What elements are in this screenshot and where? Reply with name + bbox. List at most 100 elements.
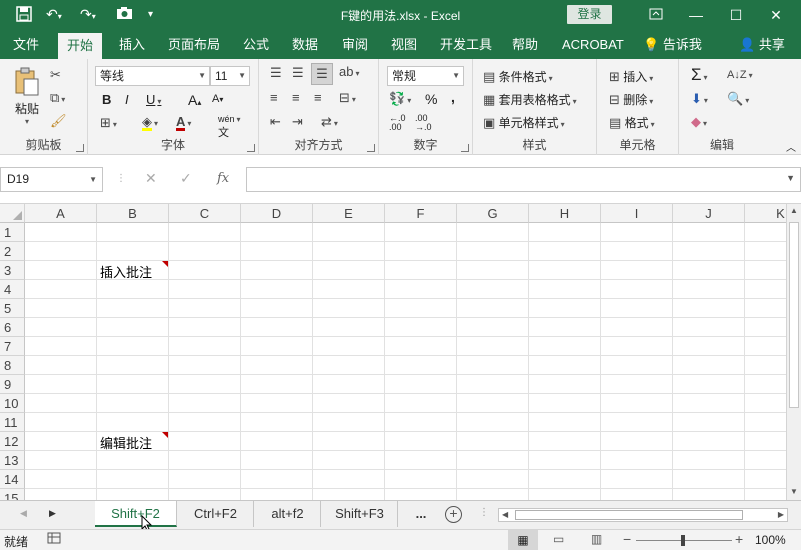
cut-icon[interactable]: ✂ <box>50 67 61 83</box>
collapse-ribbon-icon[interactable]: ︿ <box>786 139 796 154</box>
grid-cell[interactable] <box>745 356 786 375</box>
zoom-slider[interactable] <box>636 535 732 546</box>
row-header[interactable]: 3 <box>0 261 25 280</box>
grid-cell[interactable] <box>601 356 673 375</box>
grid-cell[interactable] <box>97 242 169 261</box>
grid-cell[interactable] <box>745 261 786 280</box>
grid-cell[interactable] <box>313 432 385 451</box>
grid-cell[interactable] <box>241 337 313 356</box>
scroll-left-icon[interactable]: ◀ <box>502 509 508 521</box>
column-header[interactable]: H <box>529 204 601 223</box>
grid-cell[interactable] <box>169 413 241 432</box>
merge-center-icon[interactable]: ⇄ ▾ <box>321 114 338 130</box>
clipboard-launcher-icon[interactable] <box>76 144 84 152</box>
column-header[interactable]: G <box>457 204 529 223</box>
tab-developer[interactable]: 开发工具 <box>431 30 501 59</box>
macro-record-icon[interactable] <box>47 532 61 548</box>
grid-cell[interactable] <box>25 394 97 413</box>
row-header[interactable]: 10 <box>0 394 25 413</box>
tab-help[interactable]: 帮助 <box>503 30 547 59</box>
grid-cell[interactable] <box>241 451 313 470</box>
close-icon[interactable]: ✕ <box>756 3 796 27</box>
grid-cell[interactable] <box>313 451 385 470</box>
column-header[interactable]: J <box>673 204 745 223</box>
grid-cell[interactable] <box>97 451 169 470</box>
grid-cell[interactable] <box>601 432 673 451</box>
column-header[interactable]: K <box>745 204 786 223</box>
grid-cell[interactable] <box>241 356 313 375</box>
grid-cell[interactable] <box>601 261 673 280</box>
grid-cell[interactable] <box>241 223 313 242</box>
decrease-decimal-icon[interactable]: .00 →.0 <box>415 114 432 132</box>
grid-cell[interactable] <box>97 394 169 413</box>
grid-cell[interactable] <box>25 470 97 489</box>
grid-cell[interactable] <box>25 413 97 432</box>
grid-cell[interactable] <box>673 451 745 470</box>
grid-cell[interactable] <box>745 489 786 500</box>
grid-cell[interactable] <box>601 280 673 299</box>
grid-cell[interactable] <box>313 375 385 394</box>
grid-cell[interactable] <box>241 375 313 394</box>
grid-cell[interactable] <box>601 470 673 489</box>
grid-cell[interactable] <box>313 242 385 261</box>
page-layout-view-icon[interactable]: ▭ <box>553 532 564 546</box>
delete-cells-button[interactable]: ⊟ 删除 ▾ <box>609 91 653 108</box>
grid-cell[interactable] <box>457 223 529 242</box>
horizontal-scroll-thumb[interactable] <box>515 510 743 520</box>
cancel-icon[interactable]: ✕ <box>145 170 157 187</box>
grid-cell[interactable] <box>457 280 529 299</box>
row-header[interactable]: 11 <box>0 413 25 432</box>
grid-cell[interactable] <box>169 299 241 318</box>
grid-cell[interactable] <box>601 413 673 432</box>
grid-cell[interactable] <box>529 432 601 451</box>
grid-cell[interactable] <box>745 432 786 451</box>
grid-cell[interactable] <box>529 223 601 242</box>
row-header[interactable]: 15 <box>0 489 25 500</box>
grid-cell[interactable] <box>385 299 457 318</box>
grid-cell[interactable] <box>385 356 457 375</box>
find-select-icon[interactable]: 🔍 ▾ <box>727 91 749 107</box>
grid-cell[interactable] <box>601 318 673 337</box>
grid-cell[interactable] <box>169 489 241 500</box>
grid-cell[interactable] <box>25 375 97 394</box>
column-header[interactable]: I <box>601 204 673 223</box>
grid-cell[interactable] <box>385 337 457 356</box>
grid-cell[interactable] <box>457 299 529 318</box>
grid-cell[interactable] <box>25 451 97 470</box>
grid-cell[interactable] <box>313 337 385 356</box>
grid-cell[interactable] <box>169 432 241 451</box>
grid-cell[interactable] <box>25 337 97 356</box>
grid-cell[interactable] <box>457 242 529 261</box>
vertical-scroll-thumb[interactable] <box>789 222 799 408</box>
row-header[interactable]: 13 <box>0 451 25 470</box>
grid-cell[interactable] <box>529 242 601 261</box>
scroll-down-icon[interactable]: ▼ <box>790 487 798 496</box>
orientation-icon[interactable]: ab ▾ <box>339 64 359 79</box>
grid-cell[interactable] <box>241 470 313 489</box>
grid-cell[interactable] <box>313 223 385 242</box>
tab-insert[interactable]: 插入 <box>110 30 154 59</box>
decrease-indent-icon[interactable]: ⇤ <box>270 114 281 130</box>
grid-cell[interactable] <box>25 489 97 500</box>
grid-cell[interactable] <box>385 394 457 413</box>
align-bottom-icon[interactable]: ☰ <box>311 63 333 85</box>
grid-cell[interactable] <box>745 413 786 432</box>
grid-cell[interactable] <box>457 261 529 280</box>
grid-cell[interactable] <box>169 394 241 413</box>
grid-cell[interactable] <box>673 299 745 318</box>
grid-cell[interactable] <box>529 394 601 413</box>
format-painter-icon[interactable]: 🖌 <box>50 113 67 129</box>
paste-button[interactable]: 粘贴 ▾ <box>10 67 44 126</box>
grid-cell[interactable] <box>673 470 745 489</box>
sort-filter-icon[interactable]: A↓Z ▾ <box>727 67 753 81</box>
grid-cell[interactable] <box>313 261 385 280</box>
grid-cell[interactable] <box>529 413 601 432</box>
grid-cell[interactable] <box>97 280 169 299</box>
horizontal-scrollbar[interactable]: ◀ ▶ <box>498 508 788 522</box>
grid-cell[interactable] <box>529 299 601 318</box>
column-header[interactable]: A <box>25 204 97 223</box>
page-break-view-icon[interactable]: ▥ <box>591 532 602 546</box>
row-header[interactable]: 4 <box>0 280 25 299</box>
grid-cell[interactable] <box>457 432 529 451</box>
grid-cell[interactable] <box>241 261 313 280</box>
